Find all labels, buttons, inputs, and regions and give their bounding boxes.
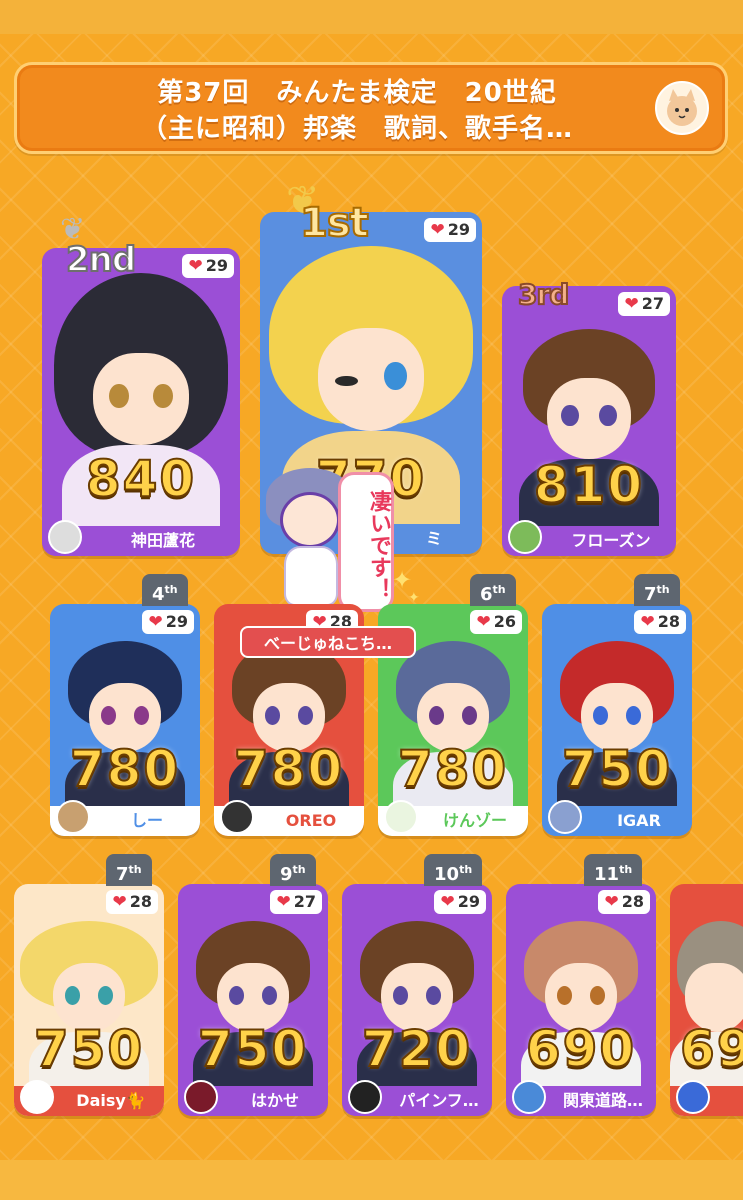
heart-icon: ❤ [148, 612, 163, 632]
player-portrait [42, 248, 240, 556]
player-avatar-icon [220, 800, 254, 834]
heart-icon: ❤ [430, 220, 445, 240]
heart-icon: ❤ [476, 612, 491, 632]
bottom-band [0, 1160, 743, 1200]
player-card-8th[interactable]: ❤ 28 750 Daisy🐈 [14, 884, 164, 1116]
speech-bubble: 凄いです！ [338, 472, 394, 612]
heart-icon: ❤ [276, 892, 291, 912]
rank-2nd-medal: 2nd [65, 239, 137, 281]
player-avatar-icon [676, 1080, 710, 1114]
score: 810 [533, 455, 645, 515]
heart-icon: ❤ [640, 612, 655, 632]
player-card-2nd[interactable]: ❤ 29 840 神田蘆花 [42, 248, 240, 556]
rank-tab: 11th [584, 854, 643, 886]
player-avatar-icon [508, 520, 542, 554]
rank-tab: 9th [270, 854, 316, 886]
score: 690 [525, 1019, 637, 1079]
likes-badge: ❤ 29 [434, 890, 486, 914]
likes-badge: ❤ 26 [470, 610, 522, 634]
player-card-4th[interactable]: ❤ 29 780 しー [50, 604, 200, 836]
score: 750 [197, 1019, 309, 1079]
player-avatar-icon [20, 1080, 54, 1114]
player-card-7th[interactable]: ❤ 28 750 IGAR [542, 604, 692, 836]
score: 780 [69, 739, 181, 799]
player-card-9th[interactable]: ❤ 27 750 はかせ [178, 884, 328, 1116]
player-avatar-icon [348, 1080, 382, 1114]
rank-tab: 6th [470, 574, 516, 606]
rank-tab: 4th [142, 574, 188, 606]
player-avatar-icon [56, 800, 90, 834]
player-portrait [502, 286, 676, 556]
rank-1st-medal: 1st [299, 199, 370, 247]
player-card-10th[interactable]: ❤ 29 720 パインフ… [342, 884, 492, 1116]
player-avatar-icon [548, 800, 582, 834]
likes-badge: ❤ 27 [618, 292, 670, 316]
heart-icon: ❤ [624, 294, 639, 314]
rank-tab: 10th [424, 854, 483, 886]
score: 840 [85, 449, 197, 509]
score: 69 [679, 1019, 743, 1079]
player-card-11th[interactable]: ❤ 28 690 関東道路… [506, 884, 656, 1116]
player-avatar-icon [384, 800, 418, 834]
score: 780 [233, 739, 345, 799]
heart-icon: ❤ [188, 256, 203, 276]
likes-badge: ❤ 28 [598, 890, 650, 914]
score: 780 [397, 739, 509, 799]
top-band [0, 0, 743, 34]
player-avatar-icon [512, 1080, 546, 1114]
rank-3rd-medal: 3rd [517, 277, 570, 312]
player-avatar-icon [184, 1080, 218, 1114]
player-avatar-icon [48, 520, 82, 554]
likes-badge: ❤ 29 [182, 254, 234, 278]
player-portrait [670, 884, 743, 1116]
likes-badge: ❤ 28 [634, 610, 686, 634]
score: 750 [33, 1019, 145, 1079]
player-card-partial[interactable]: 69 [670, 884, 743, 1116]
score: 720 [361, 1019, 473, 1079]
likes-badge: ❤ 29 [142, 610, 194, 634]
quiz-title: 第37回 みんたま検定 20世紀 （主に昭和）邦楽 歌詞、歌手名… [140, 78, 573, 144]
rank-tab: 7th [634, 574, 680, 606]
heart-icon: ❤ [604, 892, 619, 912]
likes-badge: ❤ 29 [424, 218, 476, 242]
likes-badge: ❤ 27 [270, 890, 322, 914]
likes-badge: ❤ 28 [106, 890, 158, 914]
host-avatar-icon[interactable] [655, 81, 709, 135]
current-player-tag: べーじゅねこち… [240, 626, 416, 658]
player-card-3rd[interactable]: ❤ 27 810 フローズン [502, 286, 676, 556]
heart-icon: ❤ [440, 892, 455, 912]
heart-icon: ❤ [112, 892, 127, 912]
quiz-title-banner: 第37回 みんたま検定 20世紀 （主に昭和）邦楽 歌詞、歌手名… [14, 62, 728, 154]
rank-tab: 7th [106, 854, 152, 886]
score: 750 [561, 739, 673, 799]
